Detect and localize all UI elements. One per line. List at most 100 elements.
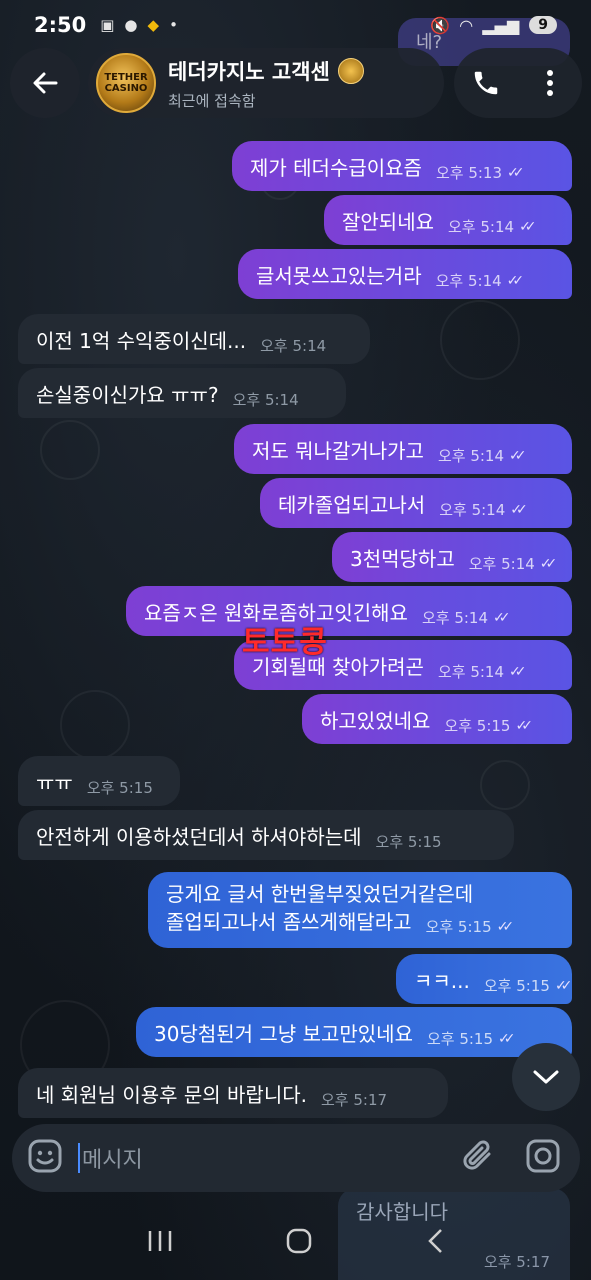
outgoing-message[interactable]: 글서못쓰고있는거라 오후 5:14 ✓✓ [238,249,572,299]
recent-apps-button[interactable] [147,1229,173,1257]
incoming-message[interactable]: 손실중이신가요 ㅠㅠ? 오후 5:14 [18,368,346,418]
message-text: 30당첨된거 그냥 보고만있네요 [154,1022,413,1046]
message-time: 오후 5:14 [260,337,327,355]
wifi-icon: ◠ [460,15,473,35]
message-meta: 오후 5:14 [233,391,299,409]
talk-icon: ● [124,16,138,34]
message-meta: 오후 5:15 [376,833,442,851]
outgoing-message[interactable]: 3천먹당하고 오후 5:14 ✓✓ [332,532,572,582]
message-meta: 오후 5:14 [260,337,326,355]
message-time: 오후 5:15 [426,1030,494,1048]
status-time: 2:50 [34,13,87,37]
incoming-message[interactable]: 네 회원님 이용후 문의 바랍니다. 오후 5:17 [18,1068,448,1118]
avatar-label: TETHER CASINO [104,72,148,94]
signal-icon: ▂▄▆ [482,15,520,35]
read-checkmarks-icon: ✓✓ [498,1031,516,1047]
message-meta: 오후 5:14 ✓✓ [437,447,527,465]
message-text: 네 회원님 이용후 문의 바랍니다. [36,1083,307,1107]
message-text: 테카졸업되고나서 [278,493,426,517]
message-time: 오후 5:15 [425,918,492,936]
instant-camera-icon [526,1139,560,1173]
message-time: 오후 5:14 [437,447,505,465]
outgoing-message[interactable]: 제가 테더수급이요즘 오후 5:13 ✓✓ [232,141,572,191]
incoming-message[interactable]: ㅠㅠ 오후 5:15 [18,756,180,806]
attach-button[interactable] [462,1137,496,1179]
message-text: 손실중이신가요 ㅠㅠ? [36,383,219,407]
message-text: 이전 1억 수익중이신데... [36,329,247,353]
message-time: 오후 5:14 [435,272,502,290]
message-text: 긍게요 글서 한번울부짖었던거같은데 [166,882,474,906]
read-checkmarks-icon: ✓✓ [506,273,525,289]
outgoing-message[interactable]: 30당첨된거 그냥 보고만있네요 오후 5:15 ✓✓ [136,1007,572,1057]
read-checkmarks-icon: ✓✓ [510,502,528,518]
outgoing-message[interactable]: 긍게요 글서 한번울부짖었던거같은데졸업되고나서 좀쓰게해달라고 오후 5:15 ✓… [148,872,572,948]
outgoing-message[interactable]: 요즘ㅈ은 원화로좀하고잇긴해요 오후 5:14 ✓✓ [126,586,572,636]
message-time: 오후 5:17 [321,1091,388,1109]
home-icon [287,1228,312,1253]
back-arrow-icon [33,72,58,94]
chat-header[interactable]: TETHER CASINO 테더카지노 고객센 최근에 접속함 [88,48,444,118]
outgoing-message[interactable]: 하고있었네요 오후 5:15 ✓✓ [302,694,572,744]
message-meta: 오후 5:14 ✓✓ [421,609,511,627]
call-button[interactable] [466,63,506,103]
message-text: 잘안되네요 [342,210,434,234]
message-meta: 오후 5:13 ✓✓ [436,164,525,182]
outgoing-message[interactable]: ㅋㅋ... 오후 5:15 ✓✓ [396,954,573,1004]
read-checkmarks-icon: ✓✓ [519,219,537,235]
paperclip-icon [463,1140,491,1170]
message-time: 오후 5:14 [437,663,505,681]
emoji-sticker-button[interactable] [26,1137,64,1179]
watermark: 토토콩 [242,625,328,660]
back-button[interactable] [10,48,80,118]
coin-emoji-icon [337,57,364,84]
message-text: 3천먹당하고 [350,547,455,571]
outgoing-message[interactable]: 잘안되네요 오후 5:14 ✓✓ [324,195,572,245]
message-time: 오후 5:15 [483,977,550,995]
message-time: 오후 5:15 [444,717,511,735]
status-bar: 2:50 ▣ ● ◆ • 🔇 ◠ ▂▄▆ 9 [0,0,591,50]
home-button[interactable] [286,1228,312,1258]
message-text: ㅋㅋ... [414,969,470,993]
message-meta: 오후 5:14 ✓✓ [448,218,537,236]
message-time: 오후 5:14 [439,501,506,519]
outgoing-message[interactable]: 저도 뭐나갈거나가고 오후 5:14 ✓✓ [234,424,572,474]
message-text: 졸업되고나서 좀쓰게해달라고 [166,910,412,934]
message-meta: 오후 5:15 ✓✓ [426,1030,516,1048]
message-text: 저도 뭐나갈거나가고 [252,439,424,463]
message-input[interactable]: 메시지 [82,1142,143,1174]
incoming-message[interactable]: 이전 1억 수익중이신데... 오후 5:14 [18,314,370,364]
message-meta: 오후 5:17 [321,1091,387,1109]
avatar[interactable]: TETHER CASINO [96,53,156,113]
incoming-message[interactable]: 안전하게 이용하셨던데서 하셔야하는데 오후 5:15 [18,810,514,860]
read-checkmarks-icon: ✓✓ [515,718,533,734]
message-composer: 메시지 [12,1124,580,1192]
system-navigation-bar [0,1205,591,1280]
text-caret [78,1143,80,1173]
binance-icon: ◆ [147,16,160,34]
camera-button[interactable] [524,1137,562,1179]
recent-apps-icon [148,1230,172,1251]
back-nav-button[interactable] [426,1227,444,1259]
phone-icon [474,71,498,95]
message-meta: 오후 5:15 ✓✓ [483,977,573,995]
screenshot-icon: ▣ [100,16,115,34]
read-checkmarks-icon: ✓✓ [507,165,525,181]
last-seen-status: 최근에 접속함 [168,91,256,110]
message-meta: 오후 5:15 ✓✓ [444,717,533,735]
read-checkmarks-icon: ✓✓ [509,664,527,680]
sticker-icon [28,1139,62,1173]
outgoing-message[interactable]: 테카졸업되고나서 오후 5:14 ✓✓ [260,478,572,528]
dot-icon: • [169,16,178,34]
message-text: 제가 테더수급이요즘 [250,156,422,180]
read-checkmarks-icon: ✓✓ [539,556,558,572]
message-time: 오후 5:14 [421,609,489,627]
message-meta: 오후 5:14 ✓✓ [439,501,528,519]
message-meta: 오후 5:14 ✓✓ [435,272,525,290]
read-checkmarks-icon: ✓✓ [496,919,515,935]
more-options-button[interactable] [530,63,570,103]
header-actions [454,48,582,118]
scroll-down-button[interactable] [512,1043,580,1111]
chevron-down-icon [533,1070,559,1084]
message-time: 오후 5:15 [86,779,153,797]
more-vertical-icon [547,70,553,96]
